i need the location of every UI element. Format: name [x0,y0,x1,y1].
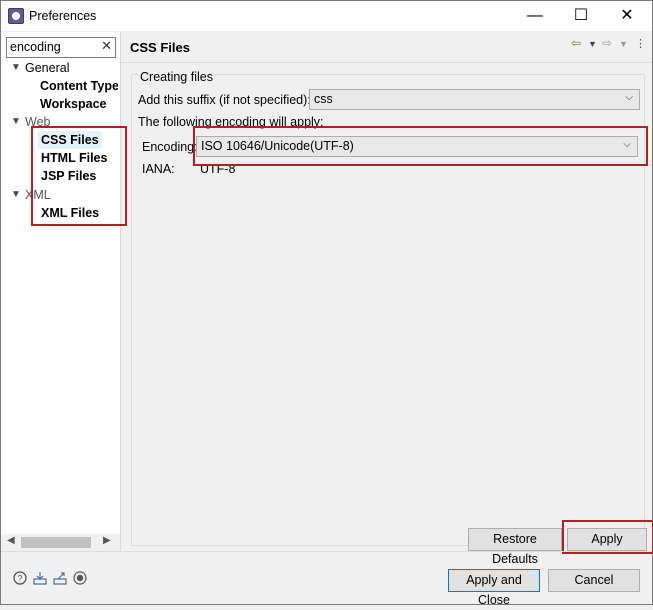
maximize-button[interactable]: ☐ [558,1,604,31]
highlight-box-encoding [193,126,648,166]
back-menu-chevron-icon[interactable]: ▼ [588,39,597,49]
export-icon[interactable] [53,571,67,585]
preference-page: CSS Files ⇦ ▼ ⇨ ▼ ⋮ Creating files Add t… [121,32,652,566]
chevron-down-icon[interactable]: ⌵ [625,92,633,103]
clear-icon[interactable]: ✕ [101,38,112,54]
tree-item-content-types[interactable]: Content Types [40,77,118,95]
iana-label: IANA: [142,162,175,176]
preferences-window: Preferences — ☐ ✕ encoding ✕ ▼ General C… [0,0,653,607]
scroll-right-icon[interactable]: ▶ [103,535,111,546]
expand-chevron-icon[interactable]: ▼ [10,113,22,131]
scroll-left-icon[interactable]: ◀ [7,535,15,546]
tree-item-general[interactable]: ▼ General [1,59,120,77]
forward-menu-chevron-icon[interactable]: ▼ [619,39,628,49]
restore-defaults-button[interactable]: Restore Defaults [468,528,562,566]
app-icon [8,8,24,24]
cancel-button[interactable]: Cancel [548,569,640,592]
apply-and-close-button[interactable]: Apply and Close [448,569,540,607]
tree-horizontal-scrollbar[interactable]: ◀ ▶ [1,534,120,551]
record-icon[interactable] [73,571,87,585]
group-title: Creating files [139,70,214,84]
suffix-label: Add this suffix (if not specified): [138,93,311,107]
suffix-combo[interactable]: css ⌵ [309,89,640,110]
tree-item-workspace[interactable]: Workspace [40,95,106,113]
preference-tree-pane: encoding ✕ ▼ General Content Types Works… [1,32,121,551]
highlight-box-tree-items [31,126,127,226]
window-title: Preferences [29,9,97,23]
svg-text:?: ? [17,574,22,584]
close-button[interactable]: ✕ [604,1,650,31]
minimize-button[interactable]: — [512,1,558,31]
scrollbar-thumb[interactable] [21,537,91,548]
import-icon[interactable] [33,571,47,585]
encoding-label: Encoding: [142,140,198,154]
page-title: CSS Files [130,40,190,55]
back-arrow-icon[interactable]: ⇦ [571,36,581,50]
expand-chevron-icon[interactable]: ▼ [10,59,22,77]
highlight-box-apply [562,520,653,554]
help-icon[interactable]: ? [13,571,27,585]
filter-input[interactable]: encoding ✕ [6,37,116,58]
view-menu-icon[interactable]: ⋮ [635,37,646,50]
divider [121,62,652,63]
expand-chevron-icon[interactable]: ▼ [10,186,22,204]
forward-arrow-icon[interactable]: ⇨ [602,36,612,50]
title-bar: Preferences — ☐ ✕ [1,1,652,31]
divider [1,551,652,552]
filter-input-value: encoding [10,40,61,54]
suffix-combo-value: css [314,92,333,106]
